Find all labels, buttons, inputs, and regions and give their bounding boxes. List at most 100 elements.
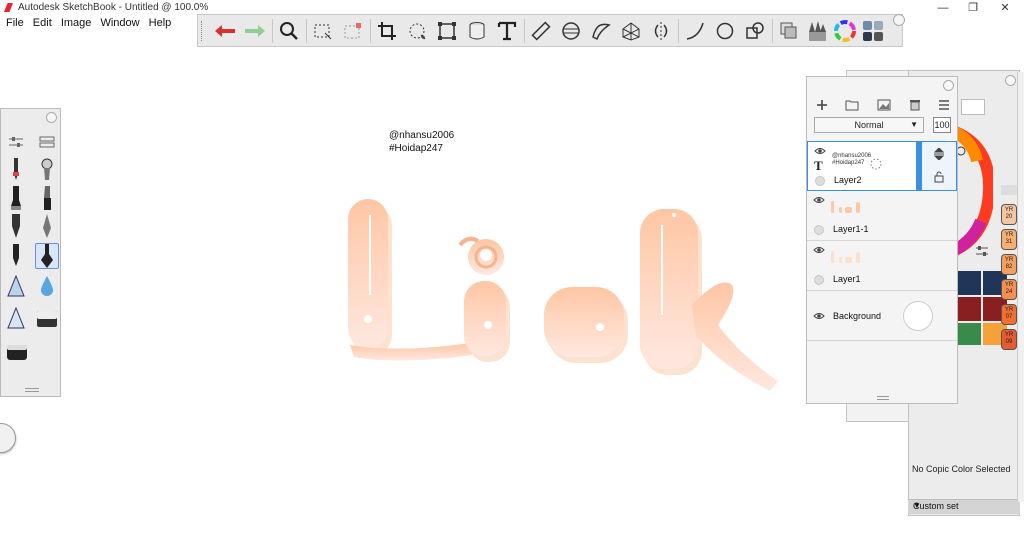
panel-scrollbar[interactable] (1017, 72, 1024, 502)
distort-icon (438, 22, 456, 40)
sliders-icon[interactable] (975, 245, 989, 257)
pencil-brush[interactable] (4, 157, 28, 183)
undo-button[interactable] (212, 19, 238, 43)
minimize-button[interactable]: — (928, 0, 958, 16)
lock-icon[interactable] (933, 171, 945, 183)
ink-pen-brush[interactable] (35, 213, 59, 239)
layer-row-layer2[interactable]: T @nhansu2006 #Hoidap247 Layer2 (807, 141, 957, 191)
triangle-outline-icon (7, 307, 25, 329)
toolbar-grip[interactable] (201, 21, 207, 41)
layer-visibility-dot[interactable] (814, 275, 824, 285)
eraser-brush[interactable] (35, 305, 59, 331)
shapes-button[interactable] (742, 19, 768, 43)
background-color-swatch[interactable] (903, 301, 933, 331)
eye-icon[interactable] (813, 246, 825, 254)
rect-select-button[interactable] (310, 19, 336, 43)
shapes-icon (746, 22, 764, 39)
layer-panel-grip[interactable] (877, 396, 889, 400)
french-curve-button[interactable] (588, 19, 614, 43)
text-button[interactable] (494, 19, 520, 43)
menu-image[interactable]: Image (61, 17, 92, 29)
eye-icon[interactable] (813, 312, 825, 320)
custom-set-dropdown[interactable]: Custom set ▼ (908, 499, 1020, 514)
chisel-brush[interactable] (35, 185, 59, 211)
menu-file[interactable]: File (6, 17, 24, 29)
copic-chip[interactable]: YR 09 (1001, 329, 1017, 350)
curve-stroke-icon (686, 22, 704, 40)
hard-eraser-brush[interactable] (5, 339, 29, 365)
color-editor-button[interactable] (832, 19, 858, 43)
stroke-button[interactable] (682, 19, 708, 43)
layer-row-layer1-1[interactable]: Layer1-1 (807, 191, 957, 241)
copic-library-button[interactable] (860, 19, 886, 43)
lasso-button[interactable] (404, 19, 430, 43)
image-layer-icon[interactable] (877, 99, 891, 111)
color-value-field[interactable] (961, 99, 985, 115)
opacity-field[interactable]: 100 (933, 117, 951, 133)
swatch-navy[interactable] (957, 271, 981, 295)
transform-select-button[interactable] (340, 19, 366, 43)
sketchbook-logo-icon (4, 3, 13, 12)
layer-visibility-dot[interactable] (815, 176, 825, 186)
hamburger-menu-icon[interactable] (938, 100, 950, 110)
blend-mode-select[interactable]: Normal ▼ (814, 117, 924, 133)
pen-nib-icon (12, 214, 21, 238)
layer-panel-close-button[interactable] (943, 80, 954, 91)
copic-chip[interactable]: YR 20 (1001, 204, 1017, 225)
color-panel-close-button[interactable] (1005, 75, 1016, 86)
copic-chip[interactable]: YR 24 (1001, 279, 1017, 300)
distort-button[interactable] (434, 19, 460, 43)
layer-row-background[interactable]: Background (807, 291, 957, 341)
fill-button[interactable] (464, 19, 490, 43)
fine-pen-brush[interactable] (4, 213, 28, 239)
trash-icon[interactable] (909, 99, 921, 111)
text-layer-icon: T (814, 158, 823, 173)
symmetry-button[interactable] (648, 19, 674, 43)
add-layer-icon[interactable] (816, 99, 828, 111)
copic-chip[interactable]: YR 07 (1001, 304, 1017, 325)
toolbar-separator (272, 19, 273, 43)
ruler-button[interactable] (528, 19, 554, 43)
perspective-button[interactable] (618, 19, 644, 43)
eye-icon[interactable] (813, 196, 825, 204)
triangle-brush[interactable] (4, 273, 28, 299)
technical-pen-brush[interactable] (4, 243, 28, 269)
redo-icon (245, 25, 265, 37)
layer-editor-button[interactable] (776, 19, 802, 43)
brush-palette (0, 108, 61, 397)
swatch-maroon[interactable] (957, 297, 981, 321)
menu-window[interactable]: Window (100, 17, 139, 29)
menu-help[interactable]: Help (149, 17, 172, 29)
layer-row-layer1[interactable]: Layer1 (807, 241, 957, 291)
airbrush-brush[interactable] (35, 157, 59, 183)
brush-library-button[interactable] (35, 129, 59, 155)
text-tool-icon (497, 21, 517, 41)
copic-chip[interactable]: YR 82 (1001, 254, 1017, 275)
eye-icon[interactable] (814, 147, 826, 155)
smear-brush[interactable] (4, 305, 28, 331)
redo-button[interactable] (242, 19, 268, 43)
blur-brush[interactable] (35, 273, 59, 299)
marker-brush[interactable] (4, 185, 28, 211)
lagoon-puck[interactable] (0, 423, 16, 453)
ellipse-guide-button[interactable] (558, 19, 584, 43)
brush-palette-button[interactable] (804, 19, 830, 43)
toolbar-close-button[interactable] (893, 14, 905, 26)
ellipse-button[interactable] (712, 19, 738, 43)
magnifier-icon (280, 22, 298, 40)
swatch-green[interactable] (957, 323, 981, 345)
layer-visibility-dot[interactable] (814, 225, 824, 235)
crop-button[interactable] (374, 19, 400, 43)
brush-properties-button[interactable] (4, 129, 28, 155)
close-button[interactable]: ✕ (990, 0, 1020, 16)
move-layer-icon[interactable] (933, 148, 945, 160)
calligraphy-pen-brush-selected[interactable] (34, 243, 59, 269)
menu-edit[interactable]: Edit (33, 17, 52, 29)
palette-grip[interactable] (25, 388, 39, 392)
color-wheel-slice[interactable] (953, 121, 993, 261)
maximize-button[interactable]: ❐ (958, 0, 988, 16)
palette-close-button[interactable] (46, 112, 57, 123)
zoom-button[interactable] (276, 19, 302, 43)
copic-chip[interactable]: YR 31 (1001, 229, 1017, 250)
folder-icon[interactable] (845, 99, 859, 111)
